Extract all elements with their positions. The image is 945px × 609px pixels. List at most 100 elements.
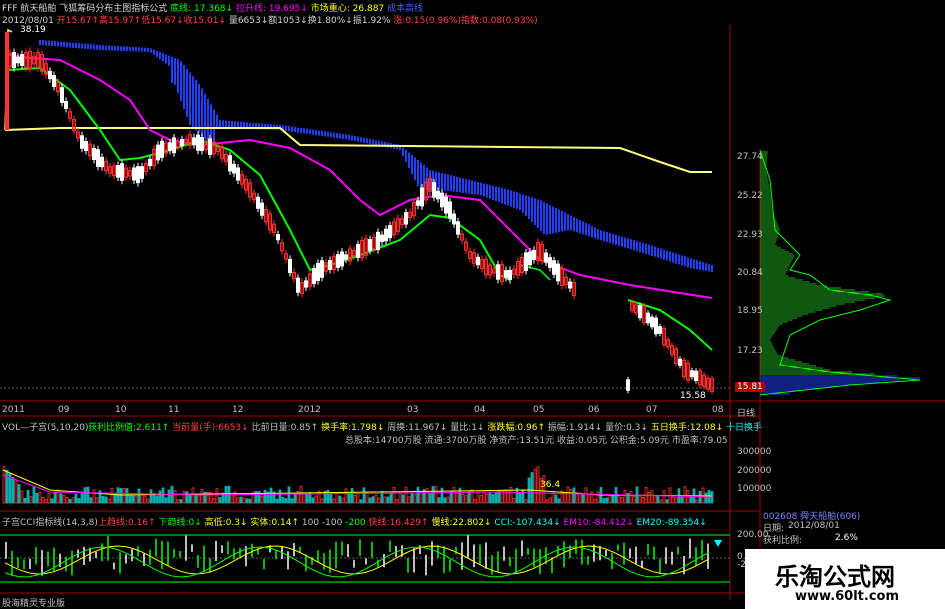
candle-body [172, 137, 176, 154]
volume-bar [401, 494, 405, 504]
volume-bar [290, 498, 294, 504]
candle-body [432, 182, 436, 198]
candle-body [440, 192, 444, 208]
candle-body [654, 317, 658, 335]
volume-bar [212, 498, 216, 504]
volume-bar [371, 496, 375, 504]
volume-bar [623, 490, 627, 504]
candle-body [344, 254, 348, 260]
price-axis-label: 27.74 [737, 152, 763, 162]
candle-body [192, 137, 196, 146]
profit-ratio-value: 2.6% [835, 533, 858, 543]
volume-bar [509, 486, 513, 504]
volume-bar [488, 492, 492, 504]
cci-stats: 上趋线:0.16↑ 下趋线:0↓ 高低:0.3↓ 实体:0.14↑ 100 -1… [98, 515, 707, 528]
candle-body [316, 262, 320, 282]
current-price-badge: 15.81 [735, 382, 765, 392]
volume-bar [236, 497, 240, 504]
candle-body [92, 147, 96, 161]
volume-bar [518, 492, 522, 504]
candle-body [356, 244, 360, 258]
volume-stat-8: 量价:0.3↓ [605, 423, 651, 433]
volume-bar [383, 496, 387, 504]
volume-bar [185, 491, 189, 504]
volume-bar [377, 497, 381, 504]
volume-panel-title: VOL—子宫(5,10,20) [2, 423, 89, 433]
volume-bar [347, 492, 351, 504]
volume-bar [533, 468, 537, 504]
volume-bar [191, 487, 195, 504]
volume-axis-label: 200000 [737, 466, 772, 476]
volume-bar [662, 490, 666, 504]
volume-bar [602, 498, 606, 504]
volume-bar [458, 487, 462, 504]
volume-bar [482, 491, 486, 504]
watermark-box: 乐淘公式网 www.60lt.com [745, 549, 945, 609]
candle-body [80, 135, 84, 149]
volume-bar [620, 497, 624, 504]
market-center-line [4, 127, 712, 173]
volume-bar [392, 486, 396, 504]
volume-bar [572, 487, 576, 504]
volume-bar [248, 498, 252, 504]
volume-bar [464, 495, 468, 504]
date-axis-label: 07 [646, 405, 658, 415]
volume-bar [491, 494, 495, 504]
volume-bar [680, 496, 684, 504]
price-axis-label: 20.84 [737, 268, 763, 278]
support-line [7, 66, 511, 281]
candle-body [336, 254, 340, 268]
candle-body [16, 56, 20, 64]
candle-body [690, 370, 694, 378]
volume-bar [350, 487, 354, 504]
date-axis-label: 2011 [2, 405, 25, 415]
volume-bar [461, 494, 465, 504]
candle-body [328, 260, 332, 270]
candle-body [416, 200, 420, 206]
volume-bar [398, 492, 402, 504]
period-label[interactable]: 日线 [737, 406, 755, 419]
volume-bar [359, 499, 363, 504]
volume-bar [449, 491, 453, 504]
candle-body [60, 87, 64, 103]
candle-body [376, 231, 380, 251]
volume-bar [389, 493, 393, 504]
volume-ma-line [2, 469, 713, 497]
volume-bar [50, 498, 54, 504]
watermark-title: 乐淘公式网 [775, 563, 895, 591]
cci-stat-7: 快线:16.429↑ [368, 518, 432, 528]
volume-bar [23, 498, 27, 504]
volume-bar [26, 489, 30, 504]
candle-body [132, 167, 136, 181]
cci-stat-11: EM20:-89.354↓ [636, 518, 707, 528]
volume-bar [35, 492, 39, 504]
price-axis-label: 22.93 [737, 230, 763, 240]
volume-bar [338, 495, 342, 504]
volume-bar [341, 497, 345, 504]
candle-body [180, 139, 184, 147]
volume-bar [311, 497, 315, 504]
candle-body [276, 234, 280, 241]
volume-bar [638, 495, 642, 504]
volume-bar [425, 488, 429, 504]
volume-bar [161, 487, 165, 504]
volume-bar [143, 495, 147, 504]
volume-bar [689, 496, 693, 504]
candle-body [12, 52, 16, 68]
candle-body [448, 201, 452, 219]
candle-body [524, 252, 528, 271]
volume-bar [530, 472, 534, 504]
candle-body [168, 142, 172, 152]
volume-bar [167, 489, 171, 504]
fundamentals-line: 总股本:14700万股 流通:3700万股 净资产:13.51元 收益:0.05… [345, 436, 728, 446]
date-axis-label: 04 [474, 405, 486, 415]
candle-body [320, 260, 324, 278]
volume-bar [431, 486, 435, 504]
volume-peak-label: 36.4 [540, 480, 561, 490]
candle-body [20, 54, 24, 66]
cci-slow-line [4, 545, 710, 575]
date-axis-label: 09 [58, 405, 70, 415]
price-axis-label: 17.23 [737, 346, 763, 356]
candle-body [236, 167, 240, 181]
candle-body [304, 280, 308, 288]
